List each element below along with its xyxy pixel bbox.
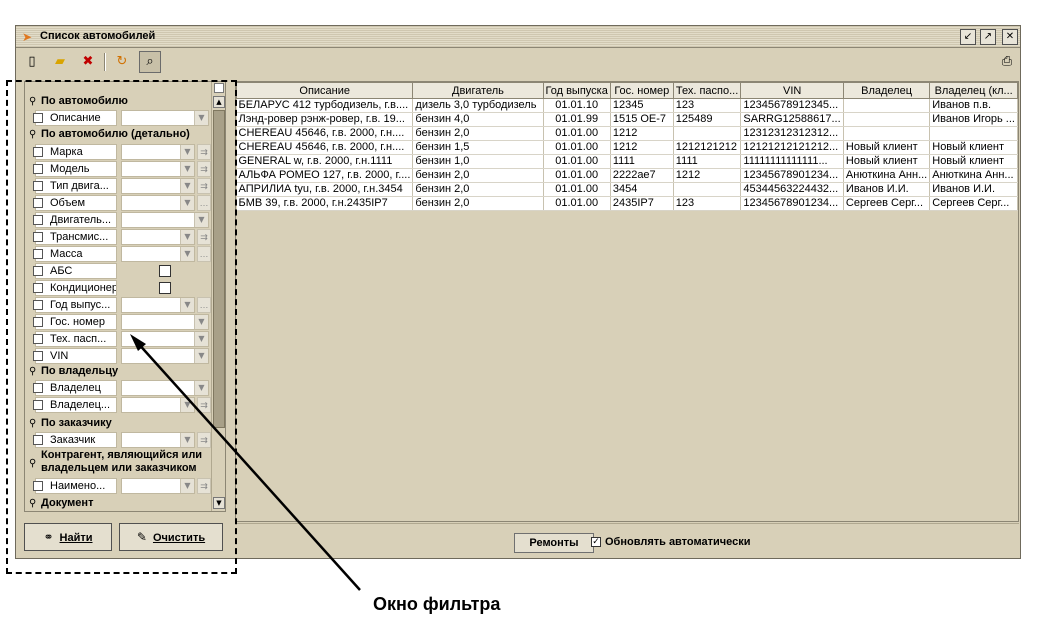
annotation-arrow <box>130 334 361 591</box>
annotation-label: Окно фильтра <box>373 594 501 614</box>
